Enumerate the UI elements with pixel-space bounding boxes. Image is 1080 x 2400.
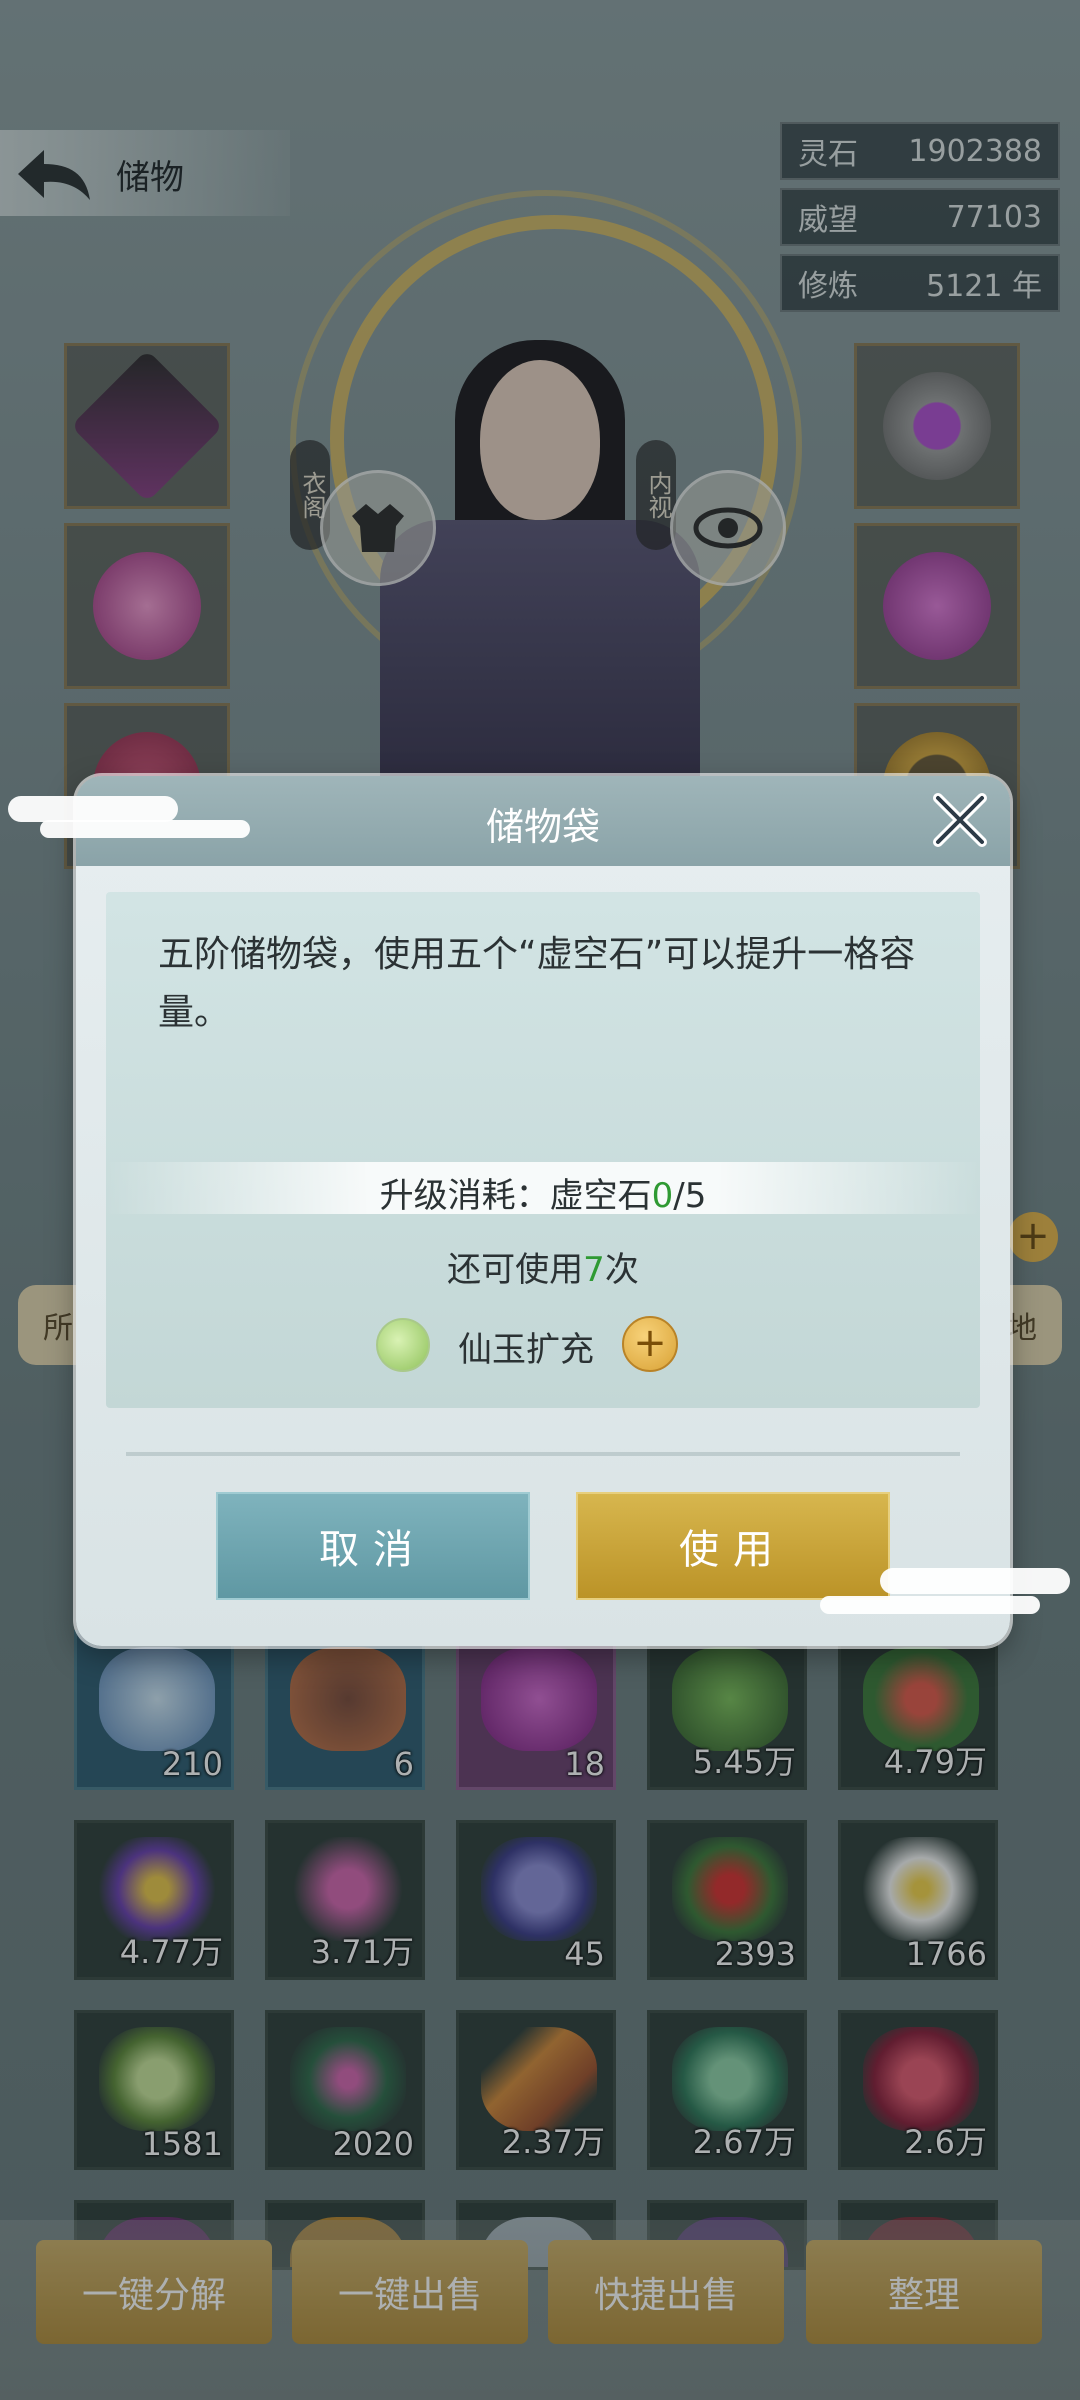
storage-bag-dialog: 储物袋 五阶储物袋，使用五个“虚空石”可以提升一格容量。 升级消耗：虚空石0/5… (76, 776, 1010, 1646)
cloud-decoration (820, 1596, 1040, 1614)
jade-expand-row: 仙玉扩充 + (376, 1316, 716, 1372)
item-description: 五阶储物袋，使用五个“虚空石”可以提升一格容量。 (158, 934, 916, 1033)
remaining-uses: 还可使用7次 (106, 1242, 980, 1291)
cloud-decoration (40, 820, 250, 838)
dialog-divider (126, 1452, 960, 1456)
cost-total: /5 (673, 1176, 707, 1216)
cancel-button[interactable]: 取消 (216, 1492, 530, 1600)
upgrade-cost-band: 升级消耗：虚空石0/5 (106, 1162, 980, 1217)
expand-plus-button[interactable]: + (622, 1316, 678, 1372)
cloud-decoration (880, 1568, 1070, 1594)
use-button[interactable]: 使用 (576, 1492, 890, 1600)
remain-suffix: 次 (604, 1250, 639, 1290)
cost-current: 0 (651, 1176, 674, 1216)
cost-label: 升级消耗：虚空石 (379, 1176, 652, 1216)
jade-icon (376, 1318, 430, 1372)
dialog-content-panel: 五阶储物袋，使用五个“虚空石”可以提升一格容量。 升级消耗：虚空石0/5 还可使… (106, 892, 980, 1408)
upgrade-cost: 升级消耗：虚空石0/5 (106, 1168, 980, 1217)
remain-count: 7 (583, 1250, 605, 1290)
expand-label: 仙玉扩充 (458, 1330, 594, 1370)
remain-prefix: 还可使用 (447, 1250, 584, 1290)
close-icon[interactable] (928, 788, 992, 852)
cloud-decoration (8, 796, 178, 822)
